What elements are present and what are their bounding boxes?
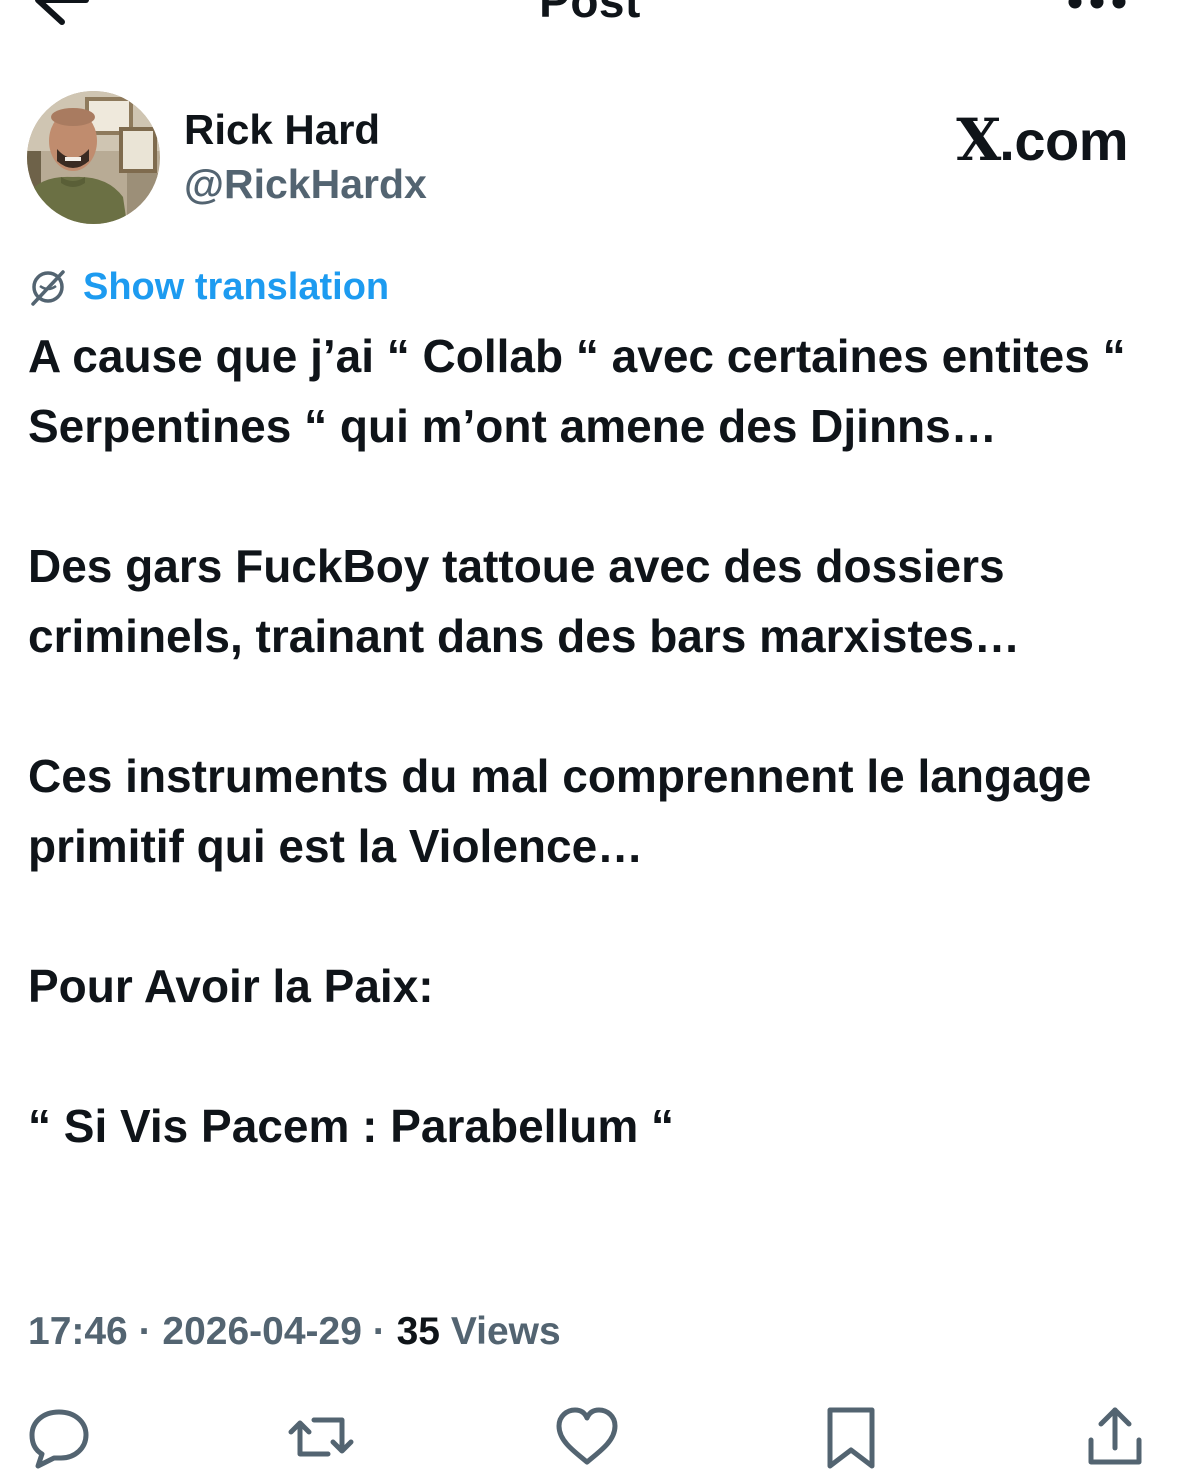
meta-separator: · bbox=[127, 1310, 163, 1353]
tweet-time[interactable]: 17:46 bbox=[28, 1310, 128, 1353]
views-label: Views bbox=[439, 1310, 561, 1353]
tweet-paragraph: Des gars FuckBoy tattoue avec des dossie… bbox=[28, 540, 1020, 662]
brand-suffix: .com bbox=[999, 109, 1128, 172]
top-navigation-bar: Post bbox=[0, 0, 1180, 30]
tweet-paragraph: Ces instruments du mal comprennent le la… bbox=[28, 750, 1092, 872]
more-horizontal-icon[interactable] bbox=[1066, 0, 1128, 12]
reply-icon[interactable] bbox=[26, 1404, 92, 1470]
share-icon[interactable] bbox=[1082, 1404, 1148, 1470]
bookmark-icon[interactable] bbox=[818, 1404, 884, 1470]
tweet-action-bar bbox=[0, 1398, 1180, 1474]
views-count: 35 bbox=[396, 1310, 440, 1353]
repost-icon[interactable] bbox=[288, 1404, 354, 1470]
tweet-text: A cause que j’ai “ Collab “ avec certain… bbox=[28, 321, 1158, 1161]
tweet-paragraph: A cause que j’ai “ Collab “ avec certain… bbox=[28, 330, 1126, 452]
heart-icon[interactable] bbox=[554, 1404, 620, 1470]
show-translation-row[interactable]: Show translation bbox=[27, 262, 389, 312]
brand-x-glyph: X bbox=[956, 106, 1001, 174]
brand-watermark: X.com bbox=[956, 108, 1128, 173]
author-display-name[interactable]: Rick Hard bbox=[184, 105, 380, 155]
tweet-metadata: 17:46 · 2026-04-29 · 35 Views bbox=[28, 1306, 561, 1358]
tweet-date[interactable]: 2026-04-29 bbox=[162, 1310, 362, 1353]
author-handle[interactable]: @RickHardx bbox=[184, 159, 427, 209]
avatar[interactable] bbox=[27, 91, 160, 224]
page-title: Post bbox=[539, 0, 641, 27]
tweet-paragraph: Pour Avoir la Paix: bbox=[28, 960, 434, 1012]
meta-separator: · bbox=[361, 1310, 397, 1353]
show-translation-link[interactable]: Show translation bbox=[83, 266, 389, 309]
globe-icon bbox=[27, 266, 69, 308]
tweet-paragraph: “ Si Vis Pacem : Parabellum “ bbox=[28, 1100, 674, 1152]
